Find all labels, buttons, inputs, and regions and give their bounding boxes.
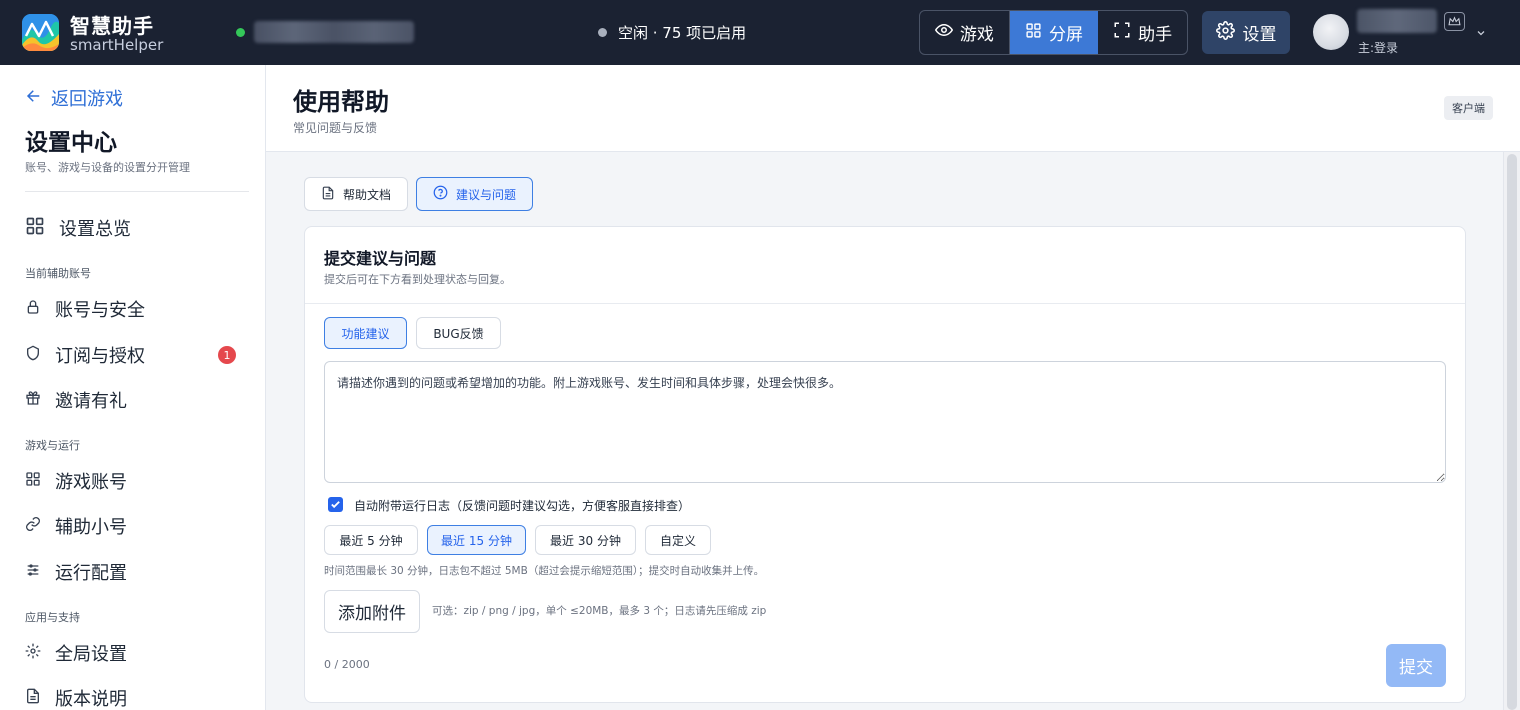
sidebar-section-title: 游戏与运行: [25, 439, 80, 452]
page-title: 使用帮助: [293, 88, 389, 116]
sidebar: 返回游戏 设置中心 账号、游戏与设备的设置分开管理 设置总览 当前辅助账号 账号…: [0, 65, 266, 710]
card-title: 提交建议与问题: [324, 249, 437, 268]
attach-log-label[interactable]: 自动附带运行日志（反馈问题时建议勾选，方便客服直接排查）: [354, 497, 690, 514]
settings-label: 设置: [1242, 25, 1277, 45]
back-to-game-link[interactable]: 返回游戏: [25, 85, 123, 111]
tab-help-docs[interactable]: 帮助文档: [304, 177, 408, 211]
range-30min-button[interactable]: 最近 30 分钟: [535, 525, 636, 555]
range-5min-button[interactable]: 最近 5 分钟: [324, 525, 418, 555]
sidebar-item-overview[interactable]: 设置总览: [25, 215, 245, 241]
page-subtitle: 常见问题与反馈: [293, 121, 378, 135]
grid-icon: [25, 471, 41, 492]
chevron-down-icon[interactable]: [1475, 24, 1487, 43]
sidebar-item-invite[interactable]: 邀请有礼: [25, 387, 245, 413]
sidebar-item-account-security[interactable]: 账号与安全: [25, 296, 245, 322]
online-status-dot: [236, 28, 245, 37]
user-role: 主:登录: [1358, 41, 1399, 55]
sidebar-item-subscription[interactable]: 订阅与授权 1: [25, 342, 245, 368]
back-label: 返回游戏: [51, 89, 123, 110]
gear-icon: [25, 643, 41, 664]
attachment-hint: 可选：zip / png / jpg，单个 ≤20MB，最多 3 个；日志请先压…: [432, 605, 767, 617]
question-icon: [433, 185, 448, 203]
sidebar-subtitle: 账号、游戏与设备的设置分开管理: [25, 161, 190, 174]
sidebar-item-label: 版本说明: [55, 689, 127, 710]
sidebar-item-label: 运行配置: [55, 563, 127, 584]
mode-game-label: 游戏: [959, 25, 994, 45]
settings-button[interactable]: 设置: [1202, 11, 1290, 54]
submit-button[interactable]: 提交: [1386, 644, 1446, 687]
sidebar-section-title: 应用与支持: [25, 611, 80, 624]
app-name: 智慧助手: [70, 14, 154, 38]
grid-icon: [1025, 22, 1042, 44]
arrow-left-icon: [25, 87, 43, 110]
sidebar-item-label: 邀请有礼: [55, 391, 127, 412]
mode-assistant-button[interactable]: 助手: [1098, 11, 1187, 54]
link-icon: [25, 516, 41, 537]
divider: [305, 303, 1465, 304]
document-icon: [25, 688, 41, 709]
sidebar-item-game-accounts[interactable]: 游戏账号: [25, 468, 245, 494]
redacted-user-name: [1357, 9, 1437, 33]
sidebar-item-alt-accounts[interactable]: 辅助小号: [25, 513, 245, 539]
feedback-textarea[interactable]: [324, 361, 1446, 483]
tab-feedback[interactable]: 建议与问题: [416, 177, 533, 211]
sidebar-item-label: 辅助小号: [55, 517, 127, 538]
run-status-text: 空闲 · 75 项已启用: [618, 24, 747, 42]
run-status: 空闲 · 75 项已启用: [598, 22, 746, 43]
range-custom-button[interactable]: 自定义: [645, 525, 711, 555]
sidebar-item-label: 游戏账号: [55, 472, 127, 493]
sidebar-item-label: 设置总览: [59, 219, 131, 240]
client-tag: 客户端: [1444, 96, 1493, 120]
card-subtitle: 提交后可在下方看到处理状态与回复。: [324, 273, 511, 286]
gift-icon: [25, 390, 41, 411]
lock-icon: [25, 299, 41, 320]
tab-label: 帮助文档: [342, 187, 391, 202]
app-subtitle: smartHelper: [70, 36, 164, 54]
sidebar-item-global-settings[interactable]: 全局设置: [25, 640, 245, 666]
sidebar-item-run-config[interactable]: 运行配置: [25, 559, 245, 585]
sidebar-section-title: 当前辅助账号: [25, 267, 91, 280]
feedback-card: 提交建议与问题 提交后可在下方看到处理状态与回复。 功能建议 BUG反馈 自动附…: [304, 226, 1466, 703]
add-attachment-button[interactable]: 添加附件: [324, 590, 420, 633]
range-hint: 时间范围最长 30 分钟，日志包不超过 5MB（超过会提示缩短范围）；提交时自动…: [324, 565, 765, 577]
notification-badge: 1: [218, 346, 236, 364]
top-bar: 智慧助手 smartHelper 空闲 · 75 项已启用 游戏 分屏 助手 设…: [0, 0, 1520, 65]
avatar[interactable]: [1313, 14, 1349, 50]
sliders-icon: [25, 562, 41, 583]
sidebar-item-release-notes[interactable]: 版本说明: [25, 685, 245, 710]
type-feature-button[interactable]: 功能建议: [324, 317, 407, 349]
mode-assistant-label: 助手: [1138, 25, 1173, 45]
gear-icon: [1215, 20, 1235, 45]
mode-split-label: 分屏: [1049, 25, 1083, 45]
sidebar-item-label: 全局设置: [55, 644, 127, 665]
grid-icon: [25, 216, 45, 241]
redacted-account-name: [254, 21, 414, 43]
app-logo: [22, 14, 59, 51]
shield-icon: [25, 345, 41, 366]
mode-game-button[interactable]: 游戏: [920, 11, 1009, 54]
page-header: 使用帮助 常见问题与反馈 客户端: [266, 65, 1520, 152]
tab-label: 建议与问题: [455, 187, 516, 202]
type-bug-button[interactable]: BUG反馈: [416, 317, 501, 349]
range-15min-button[interactable]: 最近 15 分钟: [427, 525, 526, 555]
scrollbar-thumb[interactable]: [1507, 154, 1517, 710]
main-scrollbar[interactable]: [1503, 152, 1520, 710]
sidebar-item-label: 订阅与授权: [55, 346, 145, 367]
status-dot: [598, 28, 607, 37]
document-icon: [321, 186, 335, 203]
crown-icon: [1444, 12, 1465, 31]
fullscreen-icon: [1113, 21, 1131, 44]
char-count: 0 / 2000: [324, 658, 370, 671]
eye-icon: [934, 21, 953, 44]
sidebar-title: 设置中心: [25, 130, 117, 156]
attach-log-checkbox[interactable]: [328, 497, 343, 512]
sidebar-item-label: 账号与安全: [55, 300, 145, 321]
mode-split-button[interactable]: 分屏: [1008, 11, 1099, 54]
divider: [25, 191, 249, 192]
view-mode-switch: 游戏 分屏 助手: [919, 10, 1188, 55]
